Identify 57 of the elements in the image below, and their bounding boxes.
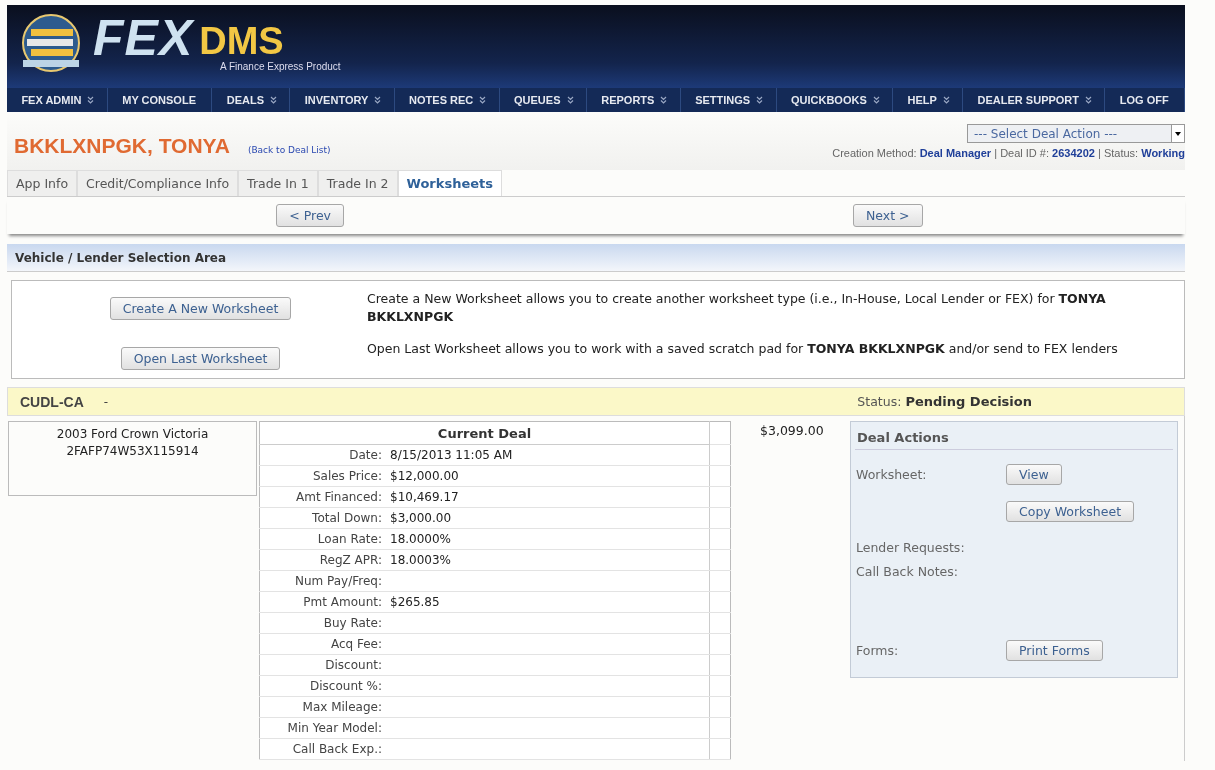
field-label: Loan Rate: bbox=[259, 528, 386, 550]
action-button[interactable]: Print Forms bbox=[1006, 640, 1103, 661]
field-label: Num Pay/Freq: bbox=[259, 570, 386, 592]
deal-meta-line: Creation Method: Deal Manager | Deal ID #: 2634202 | Status: Working bbox=[832, 147, 1185, 159]
tab[interactable]: Worksheets bbox=[397, 170, 502, 196]
field-label: Call Back Exp.: bbox=[259, 738, 386, 760]
field-label: Date: bbox=[259, 444, 386, 466]
table-title: Current Deal bbox=[259, 421, 710, 445]
logo-text: FEX bbox=[93, 13, 194, 63]
field-label: Min Year Model: bbox=[259, 717, 386, 739]
vehicle-description: 2003 Ford Crown Victoria bbox=[56, 426, 209, 443]
action-label: Call Back Notes: bbox=[856, 564, 959, 579]
field-value: $265.85 bbox=[386, 591, 710, 613]
tab[interactable]: Credit/Compliance Info bbox=[77, 170, 239, 196]
customer-name: BKKLXNPGK, TONYA bbox=[14, 134, 230, 158]
amount: $3,099.00 bbox=[760, 423, 825, 438]
lender-status: Status: Pending Decision bbox=[857, 394, 1032, 409]
caret-icon bbox=[1171, 125, 1184, 142]
field-label: Max Mileage: bbox=[259, 696, 386, 718]
deal-action-select[interactable]: --- Select Deal Action --- bbox=[967, 124, 1185, 143]
field-value: 18.0003% bbox=[386, 549, 710, 571]
tab[interactable]: Trade In 1 bbox=[238, 170, 318, 196]
option-description: Create a New Worksheet allows you to create another worksheet type (i.e., In-House, Local Lender or FEX) for TONYA BKKLXNPGK bbox=[367, 290, 1107, 326]
lender-name: CUDL-CA bbox=[20, 393, 84, 410]
worksheet-button[interactable]: Open Last Worksheet bbox=[120, 347, 281, 370]
logo-text: DMS bbox=[199, 19, 284, 62]
option-description: Open Last Worksheet allows you to work with a saved scratch pad for TONYA BKKLXNPGK and/or send to FEX lenders bbox=[367, 340, 1119, 358]
field-label: Discount %: bbox=[259, 675, 386, 697]
field-label: Amt Financed: bbox=[259, 486, 386, 508]
back-link[interactable]: (Back to Deal List) bbox=[247, 145, 331, 155]
field-value: $10,469.17 bbox=[386, 486, 710, 508]
action-button[interactable]: View bbox=[1006, 464, 1062, 485]
field-label: Discount: bbox=[259, 654, 386, 676]
worksheet-button[interactable]: Create A New Worksheet bbox=[109, 297, 292, 320]
field-label: Total Down: bbox=[259, 507, 386, 529]
tab[interactable]: Trade In 2 bbox=[317, 170, 398, 196]
field-label: Acq Fee: bbox=[259, 633, 386, 655]
field-value: $12,000.00 bbox=[386, 465, 710, 487]
action-button[interactable]: Copy Worksheet bbox=[1006, 501, 1135, 522]
panel-title: Deal Actions bbox=[855, 426, 1173, 450]
action-label: Worksheet: bbox=[856, 467, 928, 482]
prev-button[interactable]: < Prev bbox=[276, 204, 344, 227]
field-label: Sales Price: bbox=[259, 465, 386, 487]
field-label: RegZ APR: bbox=[259, 549, 386, 571]
lender-dash: - bbox=[103, 394, 109, 409]
field-value: 18.0000% bbox=[386, 528, 710, 550]
field-label: Buy Rate: bbox=[259, 612, 386, 634]
field-value: 8/15/2013 11:05 AM bbox=[386, 444, 710, 466]
tab[interactable]: App Info bbox=[7, 170, 78, 196]
action-label: Forms: bbox=[856, 643, 900, 658]
section-title: Vehicle / Lender Selection Area bbox=[7, 244, 1185, 272]
field-label: Pmt Amount: bbox=[259, 591, 386, 613]
action-label: Lender Requests: bbox=[856, 539, 966, 555]
next-button[interactable]: Next > bbox=[853, 204, 923, 227]
field-value: $3,000.00 bbox=[386, 507, 710, 529]
vehicle-vin: 2FAFP74W53X115914 bbox=[66, 443, 199, 460]
tagline: A Finance Express Product bbox=[220, 61, 341, 72]
